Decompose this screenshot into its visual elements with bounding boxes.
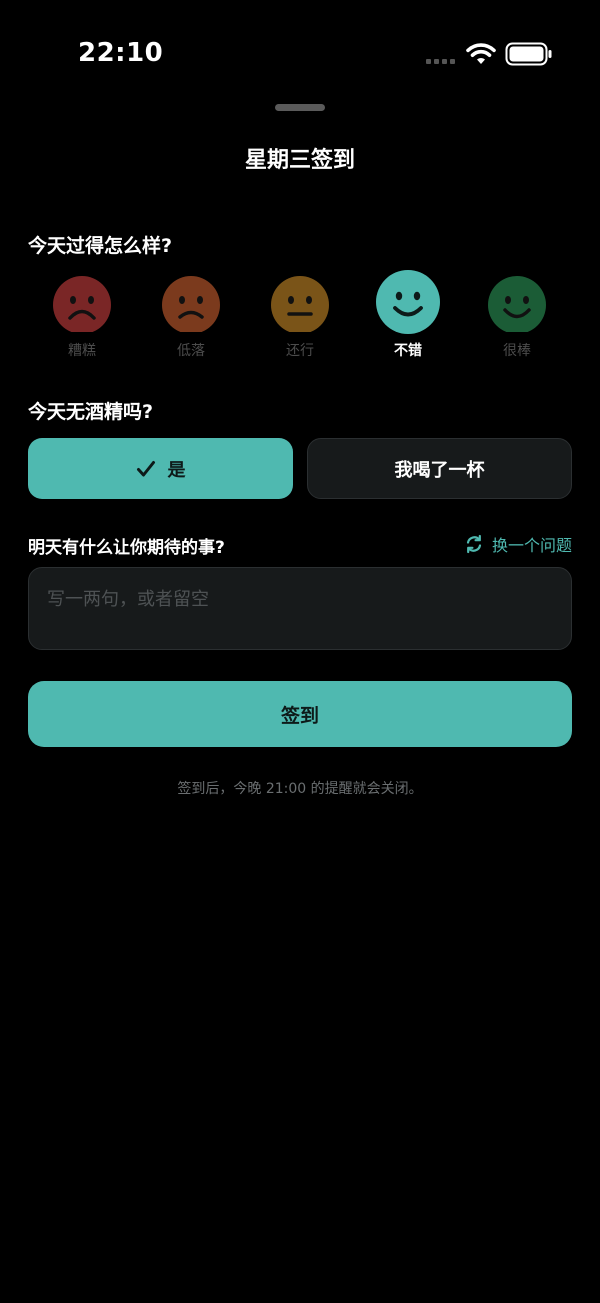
switch-question-button[interactable]: 换一个问题 xyxy=(464,532,572,556)
answer-input[interactable] xyxy=(29,568,571,649)
sheet-title: 星期三签到 xyxy=(244,148,355,173)
refresh-icon xyxy=(466,534,482,554)
neutral-face-icon xyxy=(271,276,329,332)
alcohol-question: 今天无酒精吗? xyxy=(28,401,154,423)
mood-option-okay[interactable]: 还行 xyxy=(260,272,340,360)
alcohol-yes-button[interactable]: 是 xyxy=(28,438,293,499)
mood-label: 糟糕 xyxy=(68,343,96,359)
wifi-icon xyxy=(466,43,496,64)
check-in-button[interactable]: 签到 xyxy=(28,681,572,747)
sad-face-icon xyxy=(162,276,220,332)
reminder-footnote: 签到后，今晚 21:00 的提醒就会关闭。 xyxy=(177,781,423,797)
answer-field-container xyxy=(28,567,572,650)
sad-face-icon xyxy=(53,276,111,332)
mood-face-bg xyxy=(53,276,111,332)
mood-label: 还行 xyxy=(286,343,314,359)
happy-face-icon xyxy=(376,270,440,334)
status-bar: 22:10 xyxy=(0,0,600,100)
check-in-label: 签到 xyxy=(280,704,319,727)
mood-label: 很棒 xyxy=(503,343,531,359)
mood-option-great[interactable]: 很棒 xyxy=(477,272,557,360)
mood-question: 今天过得怎么样? xyxy=(28,235,173,257)
mood-label: 低落 xyxy=(177,343,205,359)
status-time: 22:10 xyxy=(78,38,164,68)
battery-icon xyxy=(505,42,552,66)
cellular-signal-icon xyxy=(426,59,455,64)
mood-selector: 糟糕 低落 还行 不错 很棒 xyxy=(28,270,572,372)
switch-question-label: 换一个问题 xyxy=(491,536,572,555)
alcohol-toggle: 是 我喝了一杯 xyxy=(28,438,572,501)
checkmark-icon xyxy=(136,460,155,476)
alcohol-no-label: 我喝了一杯 xyxy=(394,459,485,481)
alcohol-yes-label: 是 xyxy=(167,459,186,481)
prompt-question: 明天有什么让你期待的事? xyxy=(28,538,225,558)
mood-label: 不错 xyxy=(394,343,422,359)
sheet-grabber[interactable] xyxy=(275,104,325,111)
mood-option-terrible[interactable]: 糟糕 xyxy=(42,272,122,360)
happy-face-icon xyxy=(488,276,546,332)
mood-option-good[interactable]: 不错 xyxy=(368,270,448,360)
alcohol-no-button[interactable]: 我喝了一杯 xyxy=(307,438,572,499)
mood-option-low[interactable]: 低落 xyxy=(151,272,231,360)
